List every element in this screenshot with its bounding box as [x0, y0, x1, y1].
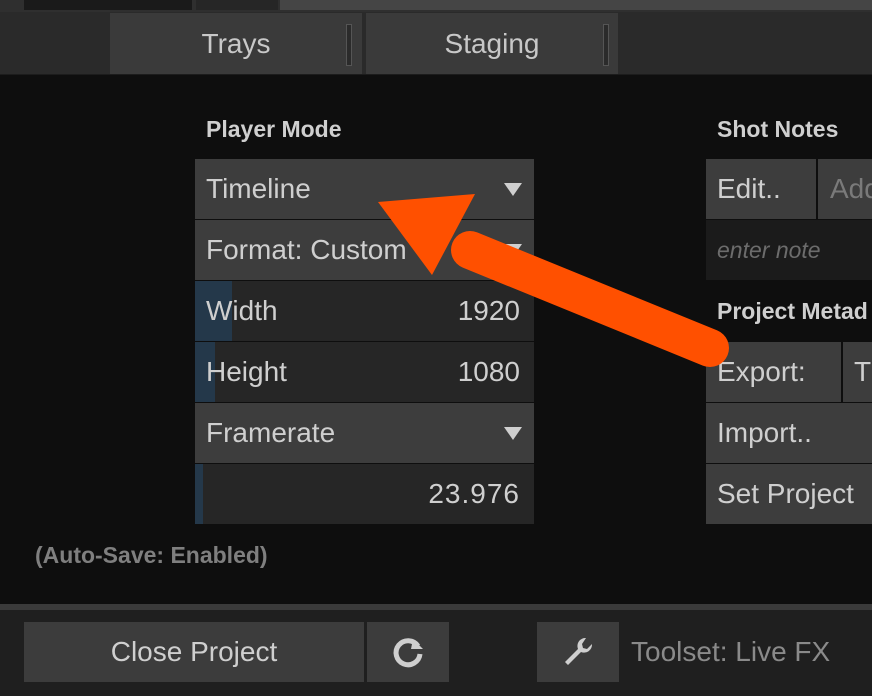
- bottom-bar: Close Project Toolset: Live FX: [0, 604, 872, 696]
- annotation-arrow-shaft: [451, 231, 729, 367]
- close-project-button[interactable]: Close Project: [24, 622, 364, 682]
- wrench-icon: [565, 637, 593, 665]
- toolset-button[interactable]: [537, 622, 619, 682]
- toolset-label: Toolset: Live FX: [631, 636, 831, 667]
- refresh-icon: [393, 638, 423, 668]
- close-project-label: Close Project: [110, 636, 278, 667]
- annotation-arrow: [378, 194, 729, 367]
- refresh-button[interactable]: [367, 622, 449, 682]
